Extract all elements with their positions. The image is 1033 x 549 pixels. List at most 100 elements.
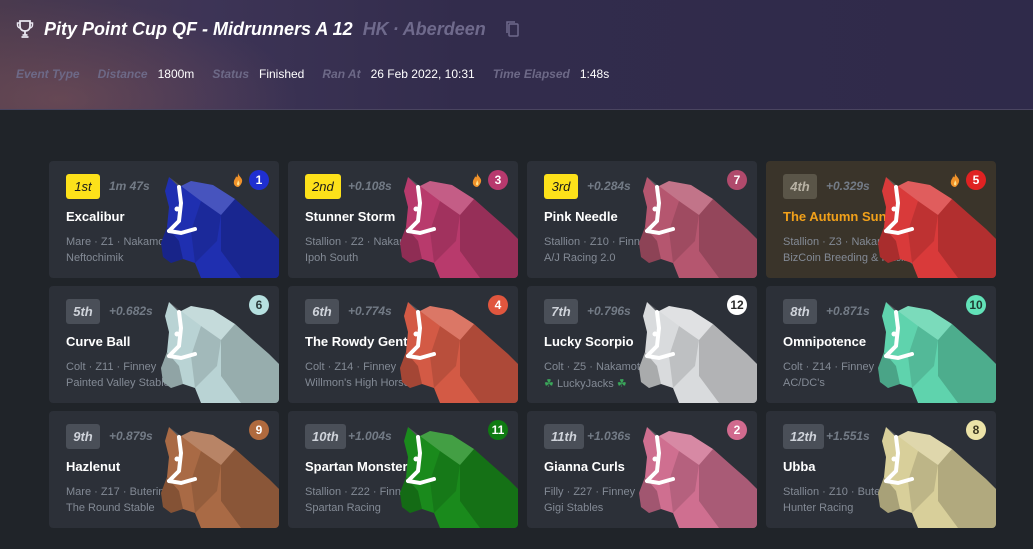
copy-icon[interactable] [504,20,520,38]
result-card[interactable]: 9th +0.879s Hazlenut Mare · Z17 · Buteri… [49,411,279,528]
stable-label: Gigi Stables [544,502,604,514]
finish-position-badge: 3rd [544,174,578,199]
finish-position-badge: 4th [783,174,817,199]
finish-time: +0.284s [587,179,631,193]
result-card[interactable]: 6th +0.774s The Rowdy Gent Colt · Z14 · … [288,286,518,403]
horse-name[interactable]: Curve Ball [66,334,130,349]
finish-position-badge: 12th [783,424,824,449]
stable-label: AC/DC's [783,377,825,389]
race-location: HK · Aberdeen [363,19,486,40]
distance-value: 1800m [157,67,195,81]
stable-name[interactable]: AC/DC's [783,377,825,389]
location-separator: · [392,18,399,39]
result-card[interactable]: 4th +0.329s The Autumn Sun Stallion · Z3… [766,161,996,278]
horse-name[interactable]: Excalibur [66,209,125,224]
stable-name[interactable]: ☘ LuckyJacks ☘ [544,377,627,390]
stable-label: A/J Racing 2.0 [544,252,616,264]
stable-name[interactable]: A/J Racing 2.0 [544,252,616,264]
finish-time: +0.796s [587,304,631,318]
stable-name[interactable]: Gigi Stables [544,502,603,514]
time-elapsed-value: 1:48s [579,67,610,81]
stable-name[interactable]: Neftochimik [66,252,123,264]
clover-icon: ☘ [544,378,554,390]
result-card[interactable]: 5th +0.682s Curve Ball Colt · Z11 · Finn… [49,286,279,403]
stable-label: The Round Stable [66,502,155,514]
horse-name[interactable]: Lucky Scorpio [544,334,634,349]
finish-position-badge: 6th [305,299,339,324]
horse-details: Filly · Z27 · Finney [544,486,636,498]
race-meta: Event Type Distance 1800m Status Finishe… [16,66,627,82]
status-value: Finished [259,67,305,81]
distance-label: Distance [97,67,148,81]
stable-label: Willmon's High Horses [305,377,416,389]
gate-number-badge: 10 [966,295,986,315]
finish-position-badge: 11th [544,424,584,449]
stable-name[interactable]: Ipoh South [305,252,358,264]
horse-details: Stallion · Z10 · Finney [544,236,652,248]
ran-at-label: Ran At [322,67,361,81]
flame-icon [950,173,960,187]
finish-time: 1m 47s [109,179,150,193]
gate-number-badge: 8 [966,420,986,440]
stable-name[interactable]: The Round Stable [66,502,155,514]
horse-details: Colt · Z14 · Finney [305,361,397,373]
results-grid: 1st 1m 47s Excalibur Mare · Z1 · Nakamot… [49,161,996,528]
gate-number-badge: 12 [727,295,747,315]
gate-number-badge: 7 [727,170,747,190]
horse-name[interactable]: Spartan Monster [305,459,408,474]
stable-label: Neftochimik [66,252,124,264]
horse-name[interactable]: Hazlenut [66,459,120,474]
horse-name[interactable]: The Autumn Sun [783,209,887,224]
result-card[interactable]: 8th +0.871s Omnipotence Colt · Z14 · Fin… [766,286,996,403]
horse-name[interactable]: Omnipotence [783,334,866,349]
finish-position-badge: 1st [66,174,100,199]
stable-name[interactable]: Painted Valley Stable [66,377,170,389]
horse-name[interactable]: The Rowdy Gent [305,334,408,349]
finish-time: +0.774s [348,304,392,318]
horse-details: Colt · Z11 · Finney [66,361,157,373]
finish-position-badge: 7th [544,299,578,324]
horse-name[interactable]: Gianna Curls [544,459,625,474]
stable-name[interactable]: Spartan Racing [305,502,381,514]
result-card[interactable]: 11th +1.036s Gianna Curls Filly · Z27 · … [527,411,757,528]
trophy-icon [16,20,34,38]
result-card[interactable]: 3rd +0.284s Pink Needle Stallion · Z10 ·… [527,161,757,278]
horse-details: Colt · Z5 · Nakamoto [544,361,647,373]
finish-time: +0.879s [109,429,153,443]
page-title: Pity Point Cup QF - Midrunners A 12 [44,18,353,39]
stable-name[interactable]: Hunter Racing [783,502,853,514]
location-region: HK [362,18,389,39]
horse-name[interactable]: Pink Needle [544,209,618,224]
finish-time: +0.329s [826,179,870,193]
flame-icon [472,173,482,187]
gate-number-badge: 2 [727,420,747,440]
finish-position-badge: 10th [305,424,346,449]
horse-details: Mare · Z1 · Nakamoto [66,236,174,248]
horse-name[interactable]: Stunner Storm [305,209,395,224]
finish-position-badge: 9th [66,424,100,449]
finish-position-badge: 8th [783,299,817,324]
horse-details: Mare · Z17 · Buterin [66,486,165,498]
stable-name[interactable]: Willmon's High Horses [305,377,415,389]
stable-label: Painted Valley Stable [66,377,170,389]
finish-time: +1.036s [587,429,631,443]
result-card[interactable]: 1st 1m 47s Excalibur Mare · Z1 · Nakamot… [49,161,279,278]
finish-time: +0.108s [348,179,392,193]
finish-time: +1.551s [826,429,870,443]
horse-name[interactable]: Ubba [783,459,816,474]
horse-details: Stallion · Z22 · Finney [305,486,413,498]
race-header: Pity Point Cup QF - Midrunners A 12 HK · A… [0,0,1033,110]
gate-number-badge: 1 [249,170,269,190]
finish-position-badge: 5th [66,299,100,324]
result-card[interactable]: 10th +1.004s Spartan Monster Stallion · … [288,411,518,528]
title-row: Pity Point Cup QF - Midrunners A 12 HK · A… [16,17,520,41]
finish-time: +0.871s [826,304,870,318]
stable-label: Hunter Racing [783,502,854,514]
result-card[interactable]: 7th +0.796s Lucky Scorpio Colt · Z5 · Na… [527,286,757,403]
result-card[interactable]: 12th +1.551s Ubba Stallion · Z10 · Buter… [766,411,996,528]
stable-label: LuckyJacks [556,378,614,390]
gate-number-badge: 5 [966,170,986,190]
result-card[interactable]: 2nd +0.108s Stunner Storm Stallion · Z2 … [288,161,518,278]
horse-details: Colt · Z14 · Finney [783,361,875,373]
gate-number-badge: 9 [249,420,269,440]
